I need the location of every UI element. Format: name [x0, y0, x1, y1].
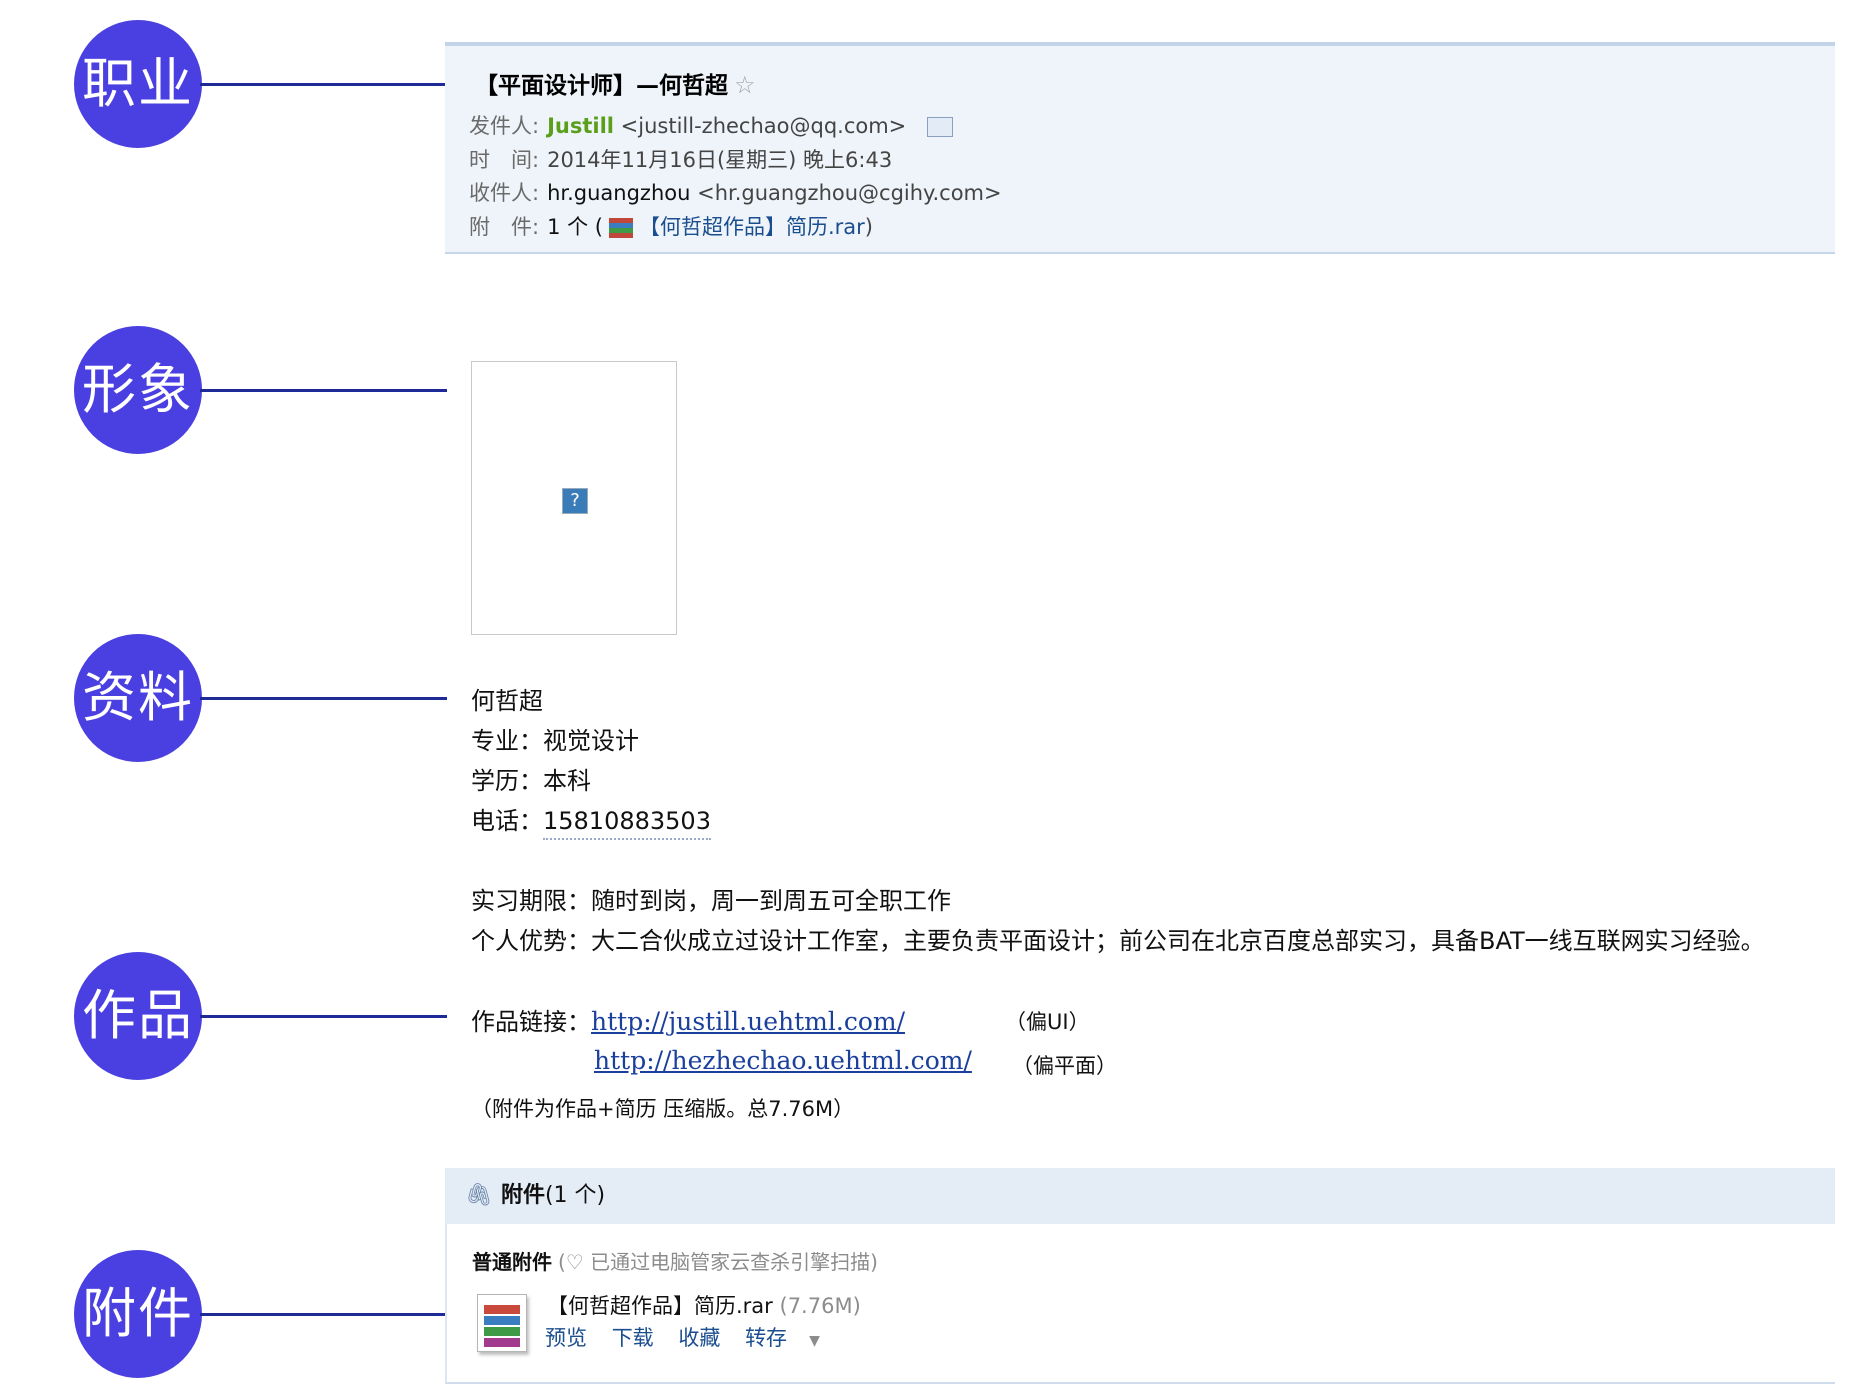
- works-row-2: http://hezhechao.uehtml.com/: [594, 1046, 972, 1075]
- personal-advantage: 个人优势：大二合伙成立过设计工作室，主要负责平面设计；前公司在北京百度总部实习，…: [471, 927, 1765, 955]
- attachment-label: 附 件:: [469, 215, 540, 239]
- phone-label: 电话：: [471, 807, 543, 835]
- broken-image-icon: ?: [562, 488, 588, 514]
- annotation-attachment: 附件: [0, 1250, 450, 1380]
- paperclip-icon: 🖇: [465, 1183, 493, 1208]
- rar-file-icon: [608, 218, 633, 238]
- to-row: 收件人: hr.guangzhou <hr.guangzhou@cgihy.com…: [469, 177, 1002, 207]
- profile-education: 学历：本科: [471, 767, 591, 795]
- connector-line: [200, 1313, 447, 1316]
- annotation-circle-image: 形象: [74, 326, 202, 454]
- works-link-graphic[interactable]: http://hezhechao.uehtml.com/: [594, 1046, 972, 1075]
- phone-number[interactable]: 15810883503: [543, 807, 711, 840]
- works-link-ui[interactable]: http://justill.uehtml.com/: [591, 1007, 905, 1036]
- rar-archive-icon[interactable]: [477, 1294, 527, 1352]
- attachment-file-size: (7.76M): [779, 1294, 861, 1318]
- works-link-graphic-note: （偏平面）: [1012, 1054, 1117, 1078]
- annotation-image: 形象: [0, 326, 450, 456]
- internship-period: 实习期限：随时到岗，周一到周五可全职工作: [471, 887, 951, 915]
- attachment-link[interactable]: 【何哲超作品】简历.rar: [639, 215, 865, 239]
- connector-line: [200, 697, 447, 700]
- email-subject: 【平面设计师】—何哲超 ☆: [475, 66, 756, 100]
- annotation-works: 作品: [0, 952, 450, 1082]
- attachment-row: 附 件: 1 个 ( 【何哲超作品】简历.rar): [469, 211, 873, 241]
- attachment-count: 1 个 (: [547, 215, 603, 239]
- recipient-email: <hr.guangzhou@cgihy.com>: [697, 181, 1002, 205]
- attachment-file-name[interactable]: 【何哲超作品】简历.rar: [547, 1294, 773, 1318]
- annotation-circle-career: 职业: [74, 20, 202, 148]
- to-label: 收件人:: [469, 181, 540, 205]
- attachment-panel-count: (1 个): [544, 1183, 606, 1208]
- attachment-panel-header: 🖇 附件(1 个): [445, 1168, 1835, 1224]
- attachment-close-paren: ): [864, 215, 873, 239]
- star-icon[interactable]: ☆: [734, 71, 756, 99]
- attachment-file: 【何哲超作品】简历.rar (7.76M): [547, 1290, 861, 1320]
- attachment-type-label: 普通附件: [472, 1250, 552, 1274]
- from-label: 发件人:: [469, 114, 540, 138]
- annotation-circle-works: 作品: [74, 952, 202, 1080]
- annotation-circle-profile: 资料: [74, 634, 202, 762]
- attachment-panel-body: 普通附件 (♡ 已通过电脑管家云查杀引擎扫描) 【何哲超作品】简历.rar (7.…: [445, 1224, 1835, 1384]
- preview-button[interactable]: 预览: [545, 1326, 587, 1350]
- profile-name: 何哲超: [471, 687, 543, 715]
- sender-email: <justill-zhechao@qq.com>: [620, 114, 907, 138]
- attachment-type-row: 普通附件 (♡ 已通过电脑管家云查杀引擎扫描): [472, 1246, 878, 1275]
- time-row: 时 间: 2014年11月16日(星期三) 晚上6:43: [469, 144, 892, 174]
- download-button[interactable]: 下载: [612, 1326, 654, 1350]
- attachment-actions: 预览 下载 收藏 转存 ▼: [545, 1322, 856, 1352]
- scan-status: (♡ 已通过电脑管家云查杀引擎扫描): [558, 1250, 878, 1274]
- time-value: 2014年11月16日(星期三) 晚上6:43: [547, 148, 893, 172]
- subject-text: 【平面设计师】—何哲超: [475, 73, 728, 99]
- annotation-profile: 资料: [0, 634, 450, 764]
- annotation-career: 职业: [0, 20, 480, 150]
- connector-line: [200, 1015, 447, 1018]
- works-note: （附件为作品+简历 压缩版。总7.76M）: [471, 1097, 855, 1121]
- profile-phone-row: 电话：15810883503: [471, 801, 711, 840]
- profile-photo: ?: [471, 361, 677, 635]
- save-to-label: 转存: [745, 1326, 788, 1350]
- sender-name[interactable]: Justill: [547, 114, 614, 138]
- connector-line: [200, 389, 447, 392]
- email-header: 【平面设计师】—何哲超 ☆ 发件人: Justill <justill-zhecha…: [445, 42, 1835, 254]
- works-link-ui-note: （偏UI）: [1005, 1010, 1090, 1034]
- works-row: 作品链接：http://justill.uehtml.com/: [471, 1002, 905, 1037]
- chevron-down-icon: ▼: [809, 1333, 820, 1349]
- profile-major: 专业：视觉设计: [471, 727, 639, 755]
- from-row: 发件人: Justill <justill-zhechao@qq.com>: [469, 110, 953, 140]
- contact-card-icon[interactable]: [926, 117, 953, 137]
- works-label: 作品链接：: [471, 1008, 591, 1036]
- save-to-button[interactable]: 转存 ▼: [745, 1326, 838, 1350]
- time-label: 时 间:: [469, 148, 540, 172]
- recipient-name[interactable]: hr.guangzhou: [547, 181, 690, 205]
- annotation-circle-attachment: 附件: [74, 1250, 202, 1378]
- connector-line: [200, 83, 480, 86]
- collect-button[interactable]: 收藏: [678, 1326, 720, 1350]
- attachment-panel-title: 附件: [500, 1183, 545, 1208]
